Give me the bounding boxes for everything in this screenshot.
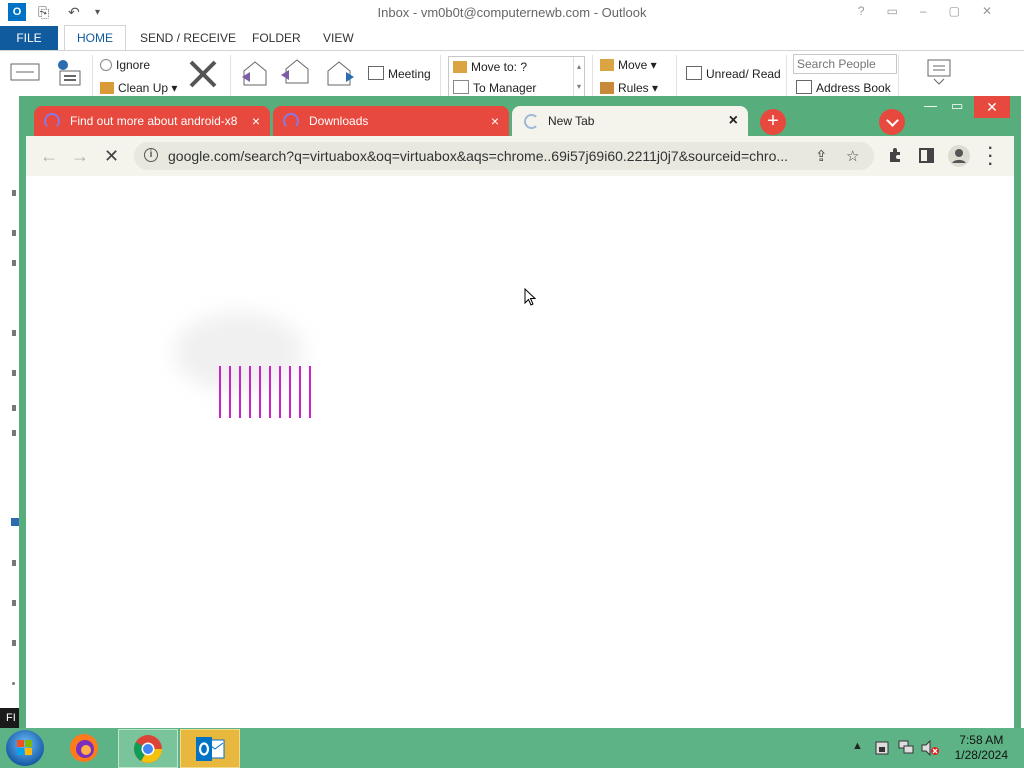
- tab-favicon-icon: [44, 113, 60, 129]
- chrome-window: — ▭ ✕ Find out more about android-x8 × D…: [19, 96, 1021, 728]
- meeting-button[interactable]: Meeting: [368, 66, 431, 81]
- tab-close-icon[interactable]: ×: [252, 106, 260, 136]
- meeting-label: Meeting: [388, 67, 431, 81]
- reply-icon[interactable]: [240, 59, 270, 87]
- address-book-button[interactable]: Address Book: [796, 80, 891, 95]
- stop-loading-button[interactable]: ✕: [104, 146, 119, 166]
- unread-read-label: Unread/ Read: [706, 67, 781, 81]
- unread-read-button[interactable]: Unread/ Read: [686, 66, 781, 81]
- loading-spinner-icon: [524, 114, 539, 129]
- new-items-icon[interactable]: [52, 57, 82, 87]
- maximize-button[interactable]: ▭: [951, 98, 963, 114]
- mail-nav-icon[interactable]: [11, 518, 19, 526]
- forward-button[interactable]: →: [71, 146, 89, 166]
- address-book-label: Address Book: [816, 81, 891, 95]
- move-to-quickstep[interactable]: Move to: ?: [453, 60, 527, 74]
- action-center-icon[interactable]: [875, 741, 889, 755]
- tab-downloads[interactable]: Downloads ×: [273, 106, 509, 136]
- tab-label: Downloads: [309, 114, 369, 128]
- outlook-ribbon: Ignore Clean Up ▾ Meeting Move to: ? To …: [0, 50, 1024, 101]
- clean-up-label: Clean Up: [118, 81, 169, 95]
- site-info-icon[interactable]: i: [144, 148, 158, 162]
- tab-search-button[interactable]: [879, 109, 905, 135]
- quick-steps-scroll[interactable]: ▴ ▾: [573, 57, 584, 97]
- side-panel-icon[interactable]: [919, 148, 934, 163]
- kebab-menu-icon[interactable]: · · ·: [988, 141, 993, 173]
- mouse-cursor-icon: [524, 288, 537, 306]
- delete-icon[interactable]: [188, 59, 218, 89]
- new-email-icon[interactable]: [10, 63, 40, 83]
- page-content: [26, 176, 1014, 728]
- clean-up-button[interactable]: Clean Up ▾: [100, 81, 177, 95]
- tab-file[interactable]: FILE: [0, 26, 58, 50]
- outlook-title-bar: O ⎘ ↶ ▾ Inbox - vm0b0t@computernewb.com …: [0, 0, 1024, 26]
- start-button[interactable]: [6, 730, 44, 766]
- windows-taskbar: ▲ 7:58 AM 1/28/2024: [0, 728, 1024, 768]
- close-window-button[interactable]: ✕: [974, 96, 1010, 118]
- chevron-down-icon: [886, 114, 899, 127]
- address-bar[interactable]: i google.com/search?q=virtuabox&oq=virtu…: [134, 142, 874, 170]
- rules-label: Rules: [618, 81, 649, 95]
- outlook-ribbon-tabs: FILE HOME SEND / RECEIVE FOLDER VIEW: [0, 25, 1024, 50]
- ignore-label: Ignore: [116, 58, 151, 72]
- firefox-icon[interactable]: [68, 732, 100, 764]
- tab-label: Find out more about android-x8: [70, 114, 238, 128]
- status-bar-label: FI: [6, 712, 16, 724]
- network-icon[interactable]: [898, 740, 914, 755]
- search-people-input[interactable]: [793, 54, 897, 74]
- browser-toolbar: ← → ✕ i google.com/search?q=virtuabox&oq…: [26, 136, 1014, 176]
- forward-icon[interactable]: [326, 59, 356, 87]
- tab-view[interactable]: VIEW: [323, 26, 354, 50]
- share-icon[interactable]: ⇪: [815, 147, 828, 165]
- outlook-icon: [196, 737, 225, 761]
- move-label: Move: [618, 58, 648, 72]
- minimize-button[interactable]: —: [924, 98, 937, 113]
- outlook-window-controls[interactable]: ?▭–▢✕: [858, 4, 1014, 18]
- show-hidden-icons-button[interactable]: ▲: [852, 740, 863, 752]
- new-tab-button[interactable]: +: [760, 109, 786, 135]
- rules-button[interactable]: Rules ▾: [600, 81, 658, 95]
- send-receive-all-folders-icon[interactable]: [924, 57, 954, 85]
- volume-muted-icon[interactable]: [921, 740, 939, 756]
- move-button[interactable]: Move ▾: [600, 58, 657, 72]
- address-url[interactable]: google.com/search?q=virtuabox&oq=virtuab…: [168, 142, 788, 170]
- outlook-status-bar: FI: [0, 708, 20, 728]
- tab-label: New Tab: [548, 114, 595, 128]
- taskbar-outlook-button[interactable]: [180, 729, 240, 768]
- taskbar-chrome-button[interactable]: [118, 729, 178, 768]
- clock-date: 1/28/2024: [954, 748, 1008, 762]
- bookmark-star-icon[interactable]: ☆: [846, 147, 859, 165]
- quick-steps-gallery[interactable]: Move to: ? To Manager ▴ ▾: [448, 56, 585, 98]
- outlook-navigation-pane: [0, 100, 19, 710]
- move-to-label: Move to: ?: [471, 60, 528, 74]
- taskbar-clock[interactable]: 7:58 AM 1/28/2024: [955, 733, 1008, 763]
- tab-favicon-icon: [283, 113, 299, 129]
- tab-close-icon[interactable]: ×: [729, 106, 738, 136]
- loading-bars: [219, 366, 319, 418]
- to-manager-quickstep[interactable]: To Manager: [453, 80, 536, 95]
- windows-logo-icon: [17, 740, 32, 755]
- chrome-icon: [134, 735, 162, 763]
- tab-new-tab[interactable]: New Tab ×: [512, 106, 748, 136]
- reply-all-icon[interactable]: [280, 57, 312, 87]
- extensions-puzzle-icon[interactable]: [887, 147, 903, 163]
- tab-android-x86[interactable]: Find out more about android-x8 ×: [34, 106, 270, 136]
- tab-folder[interactable]: FOLDER: [252, 26, 301, 50]
- tab-close-icon[interactable]: ×: [491, 106, 499, 136]
- back-button[interactable]: ←: [40, 146, 58, 166]
- tab-home[interactable]: HOME: [64, 25, 126, 50]
- clock-time: 7:58 AM: [959, 733, 1004, 747]
- ignore-button[interactable]: Ignore: [100, 58, 150, 72]
- to-manager-label: To Manager: [473, 81, 537, 95]
- tab-send-receive[interactable]: SEND / RECEIVE: [140, 26, 236, 50]
- profile-avatar-icon[interactable]: [948, 145, 970, 167]
